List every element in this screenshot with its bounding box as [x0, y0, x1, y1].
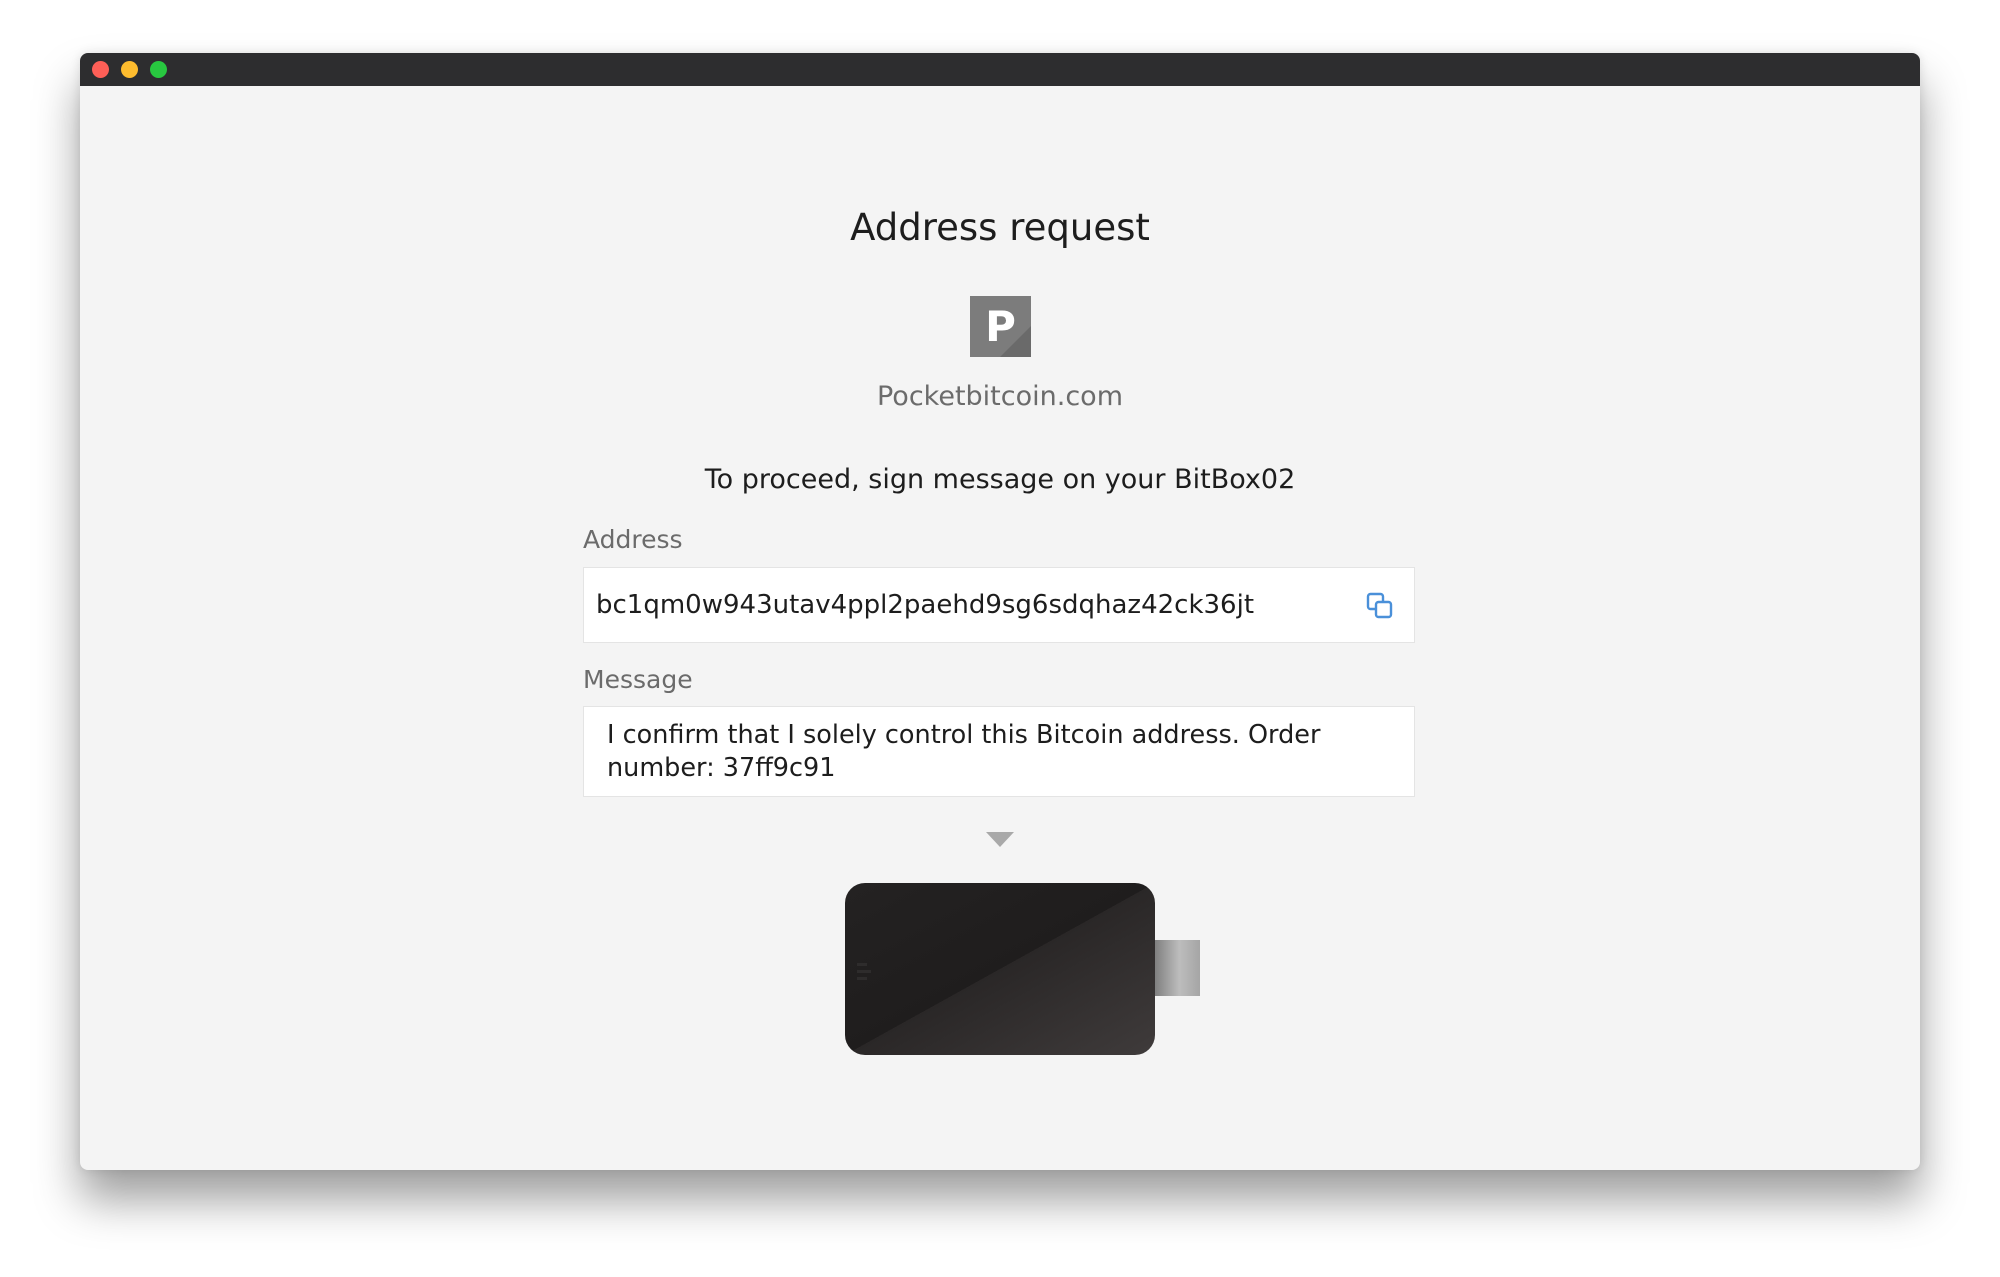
page-title: Address request: [850, 206, 1150, 249]
site-name: Pocketbitcoin.com: [876, 381, 1123, 412]
minimize-window-button[interactable]: [121, 61, 138, 78]
sign-instruction: To proceed, sign message on your BitBox0…: [704, 464, 1296, 495]
copy-icon[interactable]: [1366, 592, 1394, 620]
chevron-down-icon: [986, 832, 1014, 847]
bitbox02-device-illustration: [845, 883, 1200, 1055]
app-window: Address request P Pocketbitcoin.com To p…: [80, 53, 1920, 1170]
address-request-view: Address request P Pocketbitcoin.com To p…: [80, 86, 1920, 1170]
usb-connector: [1154, 940, 1200, 996]
close-window-button[interactable]: [92, 61, 109, 78]
message-field[interactable]: I confirm that I solely control this Bit…: [583, 706, 1415, 797]
address-value[interactable]: bc1qm0w943utav4ppl2paehd9sg6sdqhaz42ck36…: [596, 588, 1254, 622]
address-field[interactable]: bc1qm0w943utav4ppl2paehd9sg6sdqhaz42ck36…: [583, 567, 1415, 643]
pocketbitcoin-logo-icon: P: [970, 296, 1031, 357]
message-label: Message: [583, 665, 693, 694]
zoom-window-button[interactable]: [150, 61, 167, 78]
message-value[interactable]: I confirm that I solely control this Bit…: [607, 719, 1397, 785]
address-label: Address: [583, 525, 683, 554]
logo-letter: P: [985, 302, 1016, 351]
device-body: [845, 883, 1155, 1055]
window-titlebar: [80, 53, 1920, 86]
